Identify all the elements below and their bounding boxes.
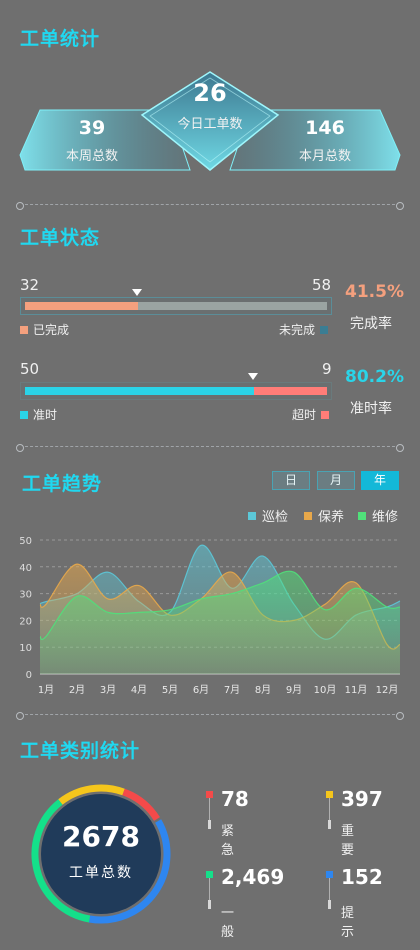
hint-label: 提示: [341, 906, 355, 940]
completion-rate: 41.5%: [345, 282, 404, 302]
month-count: 146: [305, 117, 345, 139]
y-tick-label: 10: [19, 643, 32, 654]
y-tick-label: 30: [19, 590, 32, 601]
overtime-count: 9: [322, 360, 332, 378]
pin-foot: [208, 820, 211, 829]
legend-swatch: [358, 511, 366, 520]
ontime-swatch: [20, 410, 28, 419]
x-tick-label: 2月: [69, 684, 85, 696]
incomplete-legend-label: 未完成: [279, 323, 316, 337]
incomplete-count: 58: [312, 276, 332, 294]
category-donut: [31, 784, 171, 924]
x-tick-label: 10月: [314, 684, 337, 696]
normal-count: 2,469: [221, 865, 285, 889]
x-tick-label: 5月: [162, 684, 178, 696]
pin-icon: [326, 871, 333, 878]
tab-month[interactable]: 月: [317, 471, 355, 490]
y-tick-label: 0: [26, 670, 32, 681]
total-count: 2678: [62, 820, 140, 853]
status-title: 工单状态: [20, 227, 101, 249]
ontime-fill: [25, 387, 254, 395]
summary-title: 工单统计: [20, 28, 101, 50]
category-title: 工单类别统计: [20, 740, 141, 762]
incomplete-swatch: [320, 325, 329, 334]
tab-day[interactable]: 日: [272, 471, 310, 490]
ontime-rate: 80.2%: [345, 367, 404, 387]
completion-marker: [132, 289, 142, 296]
x-tick-label: 8月: [255, 684, 271, 696]
trend-chart: 0 10 20 30 40 50 1月 2月 3月 4月 5月 6月 7月 8月 9月 10月 11月 12月: [19, 536, 401, 696]
pin-icon: [326, 791, 333, 798]
legend-inspection: 巡检: [248, 506, 288, 525]
hint-count: 152: [341, 865, 383, 889]
x-tick-label: 1月: [38, 684, 54, 696]
total-label: 工单总数: [69, 865, 133, 881]
ontime-marker: [248, 373, 258, 380]
divider: [16, 443, 404, 452]
x-tick-label: 9月: [286, 684, 302, 696]
trend-title: 工单趋势: [22, 473, 103, 495]
today-count: 26: [193, 79, 227, 107]
divider: [16, 711, 404, 720]
pin-icon: [206, 871, 213, 878]
important-label: 重要: [341, 824, 355, 858]
completed-fill: [25, 302, 138, 310]
pin-foot: [328, 820, 331, 829]
overtime-legend-label: 超时: [292, 408, 317, 422]
incomplete-fill: [138, 302, 327, 310]
legend-swatch: [304, 511, 312, 520]
legend-maintenance: 保养: [304, 506, 344, 525]
x-tick-label: 7月: [224, 684, 240, 696]
completed-count: 32: [20, 276, 40, 294]
divider: [16, 201, 404, 210]
important-count: 397: [341, 787, 383, 811]
legend-repair: 维修: [358, 506, 398, 525]
completed-legend-label: 已完成: [33, 323, 70, 337]
x-tick-label: 4月: [131, 684, 147, 696]
legend-label: 保养: [318, 510, 345, 525]
urgent-label: 紧急: [221, 824, 235, 858]
pin-icon: [206, 791, 213, 798]
month-label: 本月总数: [298, 149, 351, 164]
completed-swatch: [20, 325, 28, 334]
incomplete-legend: 未完成: [279, 321, 329, 338]
pin-foot: [208, 900, 211, 909]
ontime-count: 50: [20, 360, 40, 378]
y-tick-label: 50: [19, 536, 32, 547]
ontime-legend: 准时: [20, 406, 57, 423]
legend-label: 巡检: [262, 510, 289, 525]
x-tick-label: 3月: [100, 684, 116, 696]
today-label: 今日工单数: [177, 117, 243, 132]
x-tick-label: 6月: [193, 684, 209, 696]
legend-swatch: [248, 511, 256, 520]
ontime-legend-label: 准时: [33, 408, 58, 422]
ontime-rate-label: 准时率: [350, 401, 392, 417]
x-tick-label: 11月: [345, 684, 368, 696]
x-tick-label: 12月: [376, 684, 399, 696]
tab-year[interactable]: 年: [361, 471, 399, 490]
donut-center: [41, 794, 161, 914]
overtime-legend: 超时: [292, 406, 330, 423]
urgent-count: 78: [221, 787, 249, 811]
overtime-swatch: [321, 410, 330, 419]
y-tick-label: 40: [19, 563, 32, 574]
week-label: 本周总数: [65, 149, 118, 164]
week-count: 39: [78, 117, 106, 139]
pin-foot: [328, 900, 331, 909]
ontime-bar: [20, 382, 332, 400]
completed-legend: 已完成: [20, 321, 69, 338]
completion-rate-label: 完成率: [350, 316, 392, 332]
overtime-fill: [254, 387, 327, 395]
legend-label: 维修: [372, 510, 399, 525]
completion-bar: [20, 297, 332, 315]
normal-label: 一般: [221, 906, 235, 940]
y-tick-label: 20: [19, 616, 32, 627]
